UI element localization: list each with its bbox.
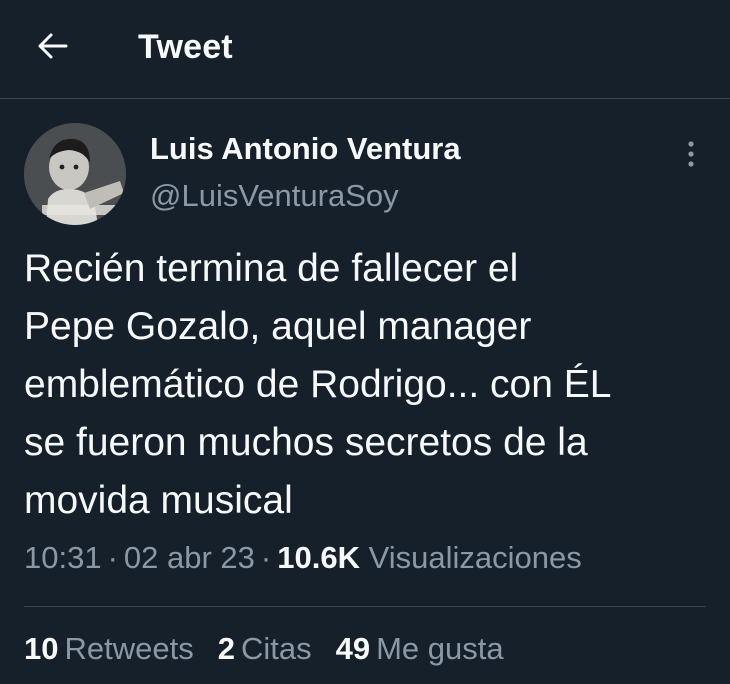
arrow-left-icon: [35, 31, 69, 66]
avatar[interactable]: [24, 123, 126, 225]
meta-separator: ·: [107, 540, 118, 575]
quotes-label: Citas: [240, 631, 312, 666]
retweets-stat[interactable]: 10 Retweets: [24, 631, 194, 667]
meta-divider: [24, 606, 706, 607]
quotes-count: 2: [217, 631, 235, 666]
likes-stat[interactable]: 49 Me gusta: [336, 631, 504, 667]
author-name[interactable]: Luis Antonio Ventura: [150, 131, 461, 167]
top-bar: Tweet: [0, 0, 730, 98]
more-options-button[interactable]: [676, 136, 706, 176]
tweet-time[interactable]: 10:31: [24, 540, 102, 575]
back-button[interactable]: [30, 26, 74, 70]
vertical-dots-icon: [687, 139, 695, 174]
retweets-count: 10: [24, 631, 59, 666]
quotes-stat[interactable]: 2 Citas: [218, 631, 312, 667]
tweet-meta: 10:31 · 02 abr 23 · 10.6K Visualizaciones: [24, 540, 582, 576]
meta-separator: ·: [260, 540, 272, 575]
views-label: Visualizaciones: [368, 540, 582, 575]
header-divider: [0, 98, 730, 99]
tweet-date[interactable]: 02 abr 23: [124, 540, 255, 575]
likes-count: 49: [335, 631, 371, 666]
author-handle[interactable]: @LuisVenturaSoy: [150, 178, 399, 214]
views-count: 10.6K: [277, 540, 360, 575]
tweet-stats: 10 Retweets 2 Citas 49 Me gusta: [24, 631, 504, 667]
retweets-label: Retweets: [64, 631, 194, 666]
page-title: Tweet: [138, 28, 233, 66]
likes-label: Me gusta: [376, 631, 504, 666]
tweet-text: Recién termina de fallecer el Pepe Gozal…: [24, 247, 612, 522]
